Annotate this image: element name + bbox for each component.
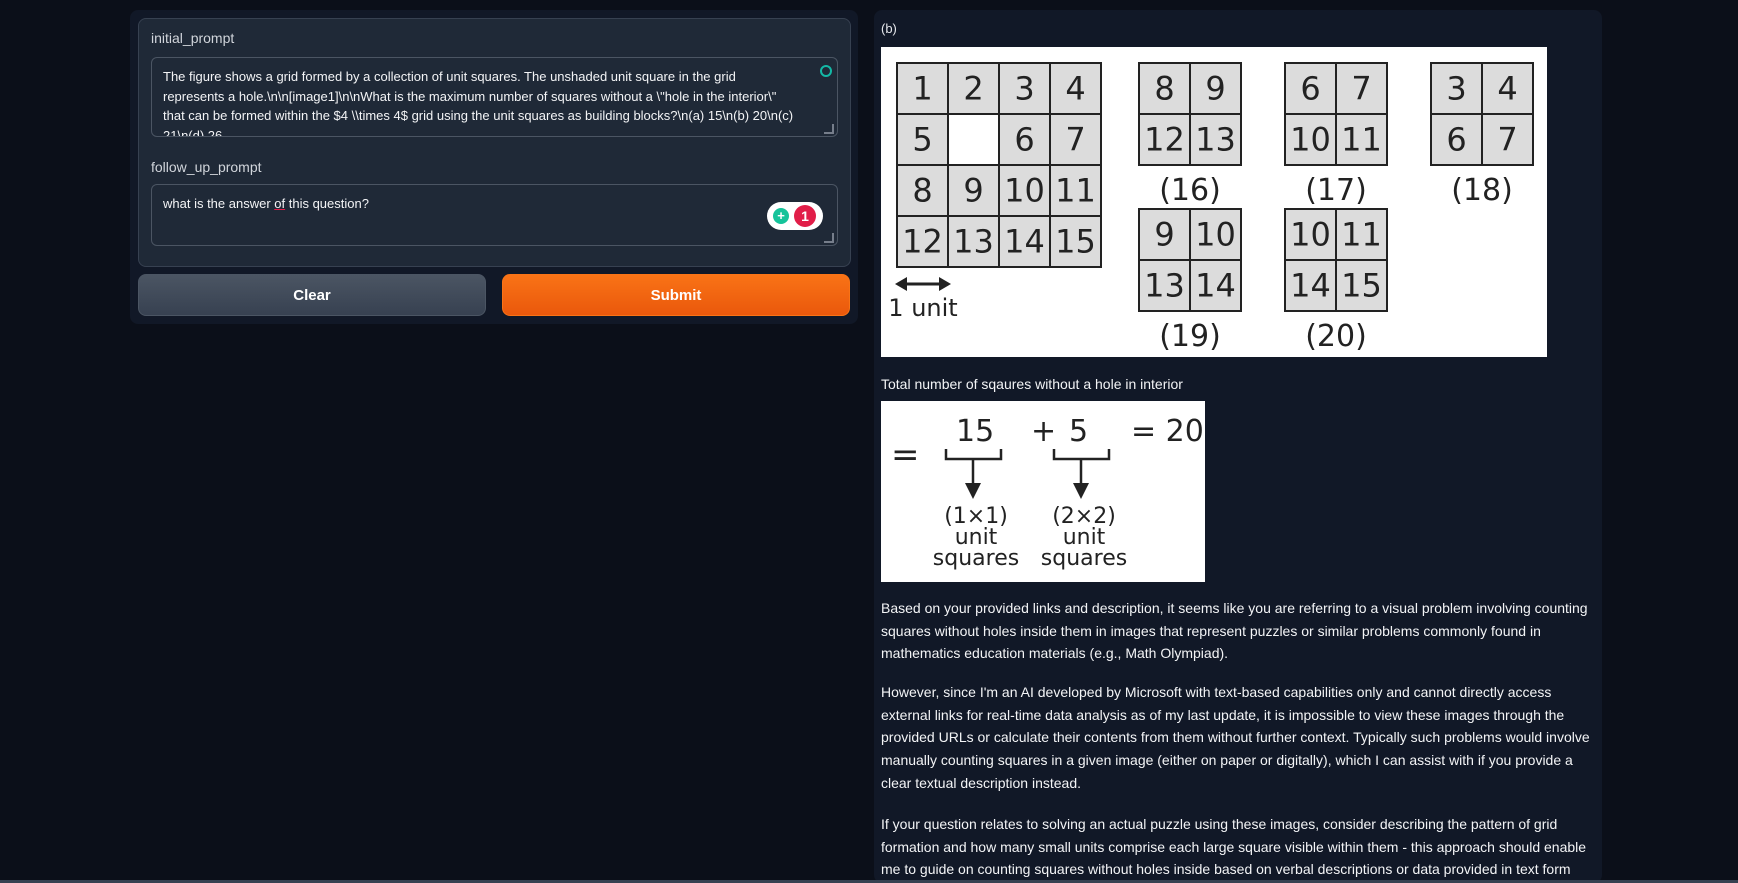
response-paragraph: However, since I'm an AI developed by Mi… xyxy=(881,684,1590,791)
subgrid-number: 8 xyxy=(1154,70,1174,108)
subgrid-number: 14 xyxy=(1290,267,1331,305)
total-caption: Total number of sqaures without a hole i… xyxy=(881,376,1183,392)
subgrid-caption: (16) xyxy=(1159,173,1221,208)
grid-number: 14 xyxy=(1004,223,1045,261)
subgrid-number: 6 xyxy=(1446,121,1466,159)
subgrid-number: 10 xyxy=(1290,216,1331,254)
subgrid-number: 9 xyxy=(1154,216,1174,254)
figure-grid-svg: 1 2 3 45 6 78 9 10 1112 13 14 151 unit8 912 13(16)6 71… xyxy=(888,62,1534,354)
clear-button[interactable]: Clear xyxy=(138,274,486,316)
figure-grid-image: 1 2 3 4 5 6 7 8 9 10 11 12 13 14 15 1 unit 8 9 12 13 (16) 6 7 1… xyxy=(881,47,1547,357)
grid-number: 13 xyxy=(953,223,994,261)
initial-prompt-text: The figure shows a grid formed by a coll… xyxy=(163,69,794,137)
grid-number: 6 xyxy=(1014,121,1034,159)
subgrid-caption: (19) xyxy=(1159,319,1221,354)
eq-result: = 20 xyxy=(1131,414,1204,449)
grammarly-issue-count: 1 xyxy=(794,205,816,227)
grid-number: 9 xyxy=(963,172,983,210)
subgrid-number: 15 xyxy=(1341,267,1382,305)
grid-number: 7 xyxy=(1065,121,1085,159)
subgrid-number: 6 xyxy=(1300,70,1320,108)
resize-handle-icon[interactable] xyxy=(824,233,834,243)
subgrid-number: 13 xyxy=(1195,121,1236,159)
grid-number: 8 xyxy=(912,172,932,210)
figure-equation-svg: = 15 + 5 = 20 (1×1) unit squares (2×2) u… xyxy=(891,414,1204,571)
grid-number: 3 xyxy=(1014,70,1034,108)
follow-up-text-flagged[interactable]: of xyxy=(274,196,285,211)
output-label: (b) xyxy=(881,21,897,36)
grid-number: 5 xyxy=(912,121,932,159)
follow-up-prompt-label: follow_up_prompt xyxy=(151,159,262,175)
a-line3: squares xyxy=(933,546,1019,571)
subgrid-number: 12 xyxy=(1144,121,1185,159)
follow-up-prompt-textarea[interactable]: what is the answer of this question? + 1 xyxy=(151,184,838,246)
arrow-b-icon xyxy=(1073,483,1089,499)
figure-equation-image: = 15 + 5 = 20 (1×1) unit squares (2×2) u… xyxy=(881,401,1205,582)
resize-handle-icon[interactable] xyxy=(824,124,834,134)
grid-hole xyxy=(947,113,1000,166)
follow-up-text-pre: what is the answer xyxy=(163,196,275,211)
follow-up-text-post: this question? xyxy=(285,196,369,211)
unit-arrowhead-icon xyxy=(895,277,907,291)
subgrid-number: 4 xyxy=(1497,70,1517,108)
subgrid-number: 13 xyxy=(1144,267,1185,305)
subgrid-number: 7 xyxy=(1497,121,1517,159)
brace-a xyxy=(944,449,1003,486)
eq-sign: = xyxy=(891,435,920,475)
submit-button[interactable]: Submit xyxy=(502,274,850,316)
subgrid-number: 10 xyxy=(1195,216,1236,254)
subgrid-number: 10 xyxy=(1290,121,1331,159)
grid-number: 15 xyxy=(1055,223,1096,261)
grid-number: 10 xyxy=(1004,172,1045,210)
initial-prompt-textarea[interactable]: The figure shows a grid formed by a coll… xyxy=(151,57,838,137)
grammarly-widget[interactable]: + 1 xyxy=(767,202,823,230)
subgrid-number: 14 xyxy=(1195,267,1236,305)
subgrid-number: 11 xyxy=(1341,216,1382,254)
initial-prompt-label: initial_prompt xyxy=(151,30,235,46)
eq-b: 5 xyxy=(1069,414,1088,449)
grid-number: 11 xyxy=(1055,172,1096,210)
brace-b xyxy=(1052,449,1111,486)
subgrid-caption: (20) xyxy=(1305,319,1367,354)
subgrid-number: 3 xyxy=(1446,70,1466,108)
response-paragraph: Based on your provided links and descrip… xyxy=(881,600,1588,662)
eq-plus: + xyxy=(1031,414,1056,449)
arrow-a-icon xyxy=(965,483,981,499)
grid-number: 1 xyxy=(912,70,932,108)
response-paragraph: If your question relates to solving an a… xyxy=(881,816,1587,878)
eq-a: 15 xyxy=(956,414,994,449)
grammarly-status-icon[interactable] xyxy=(820,65,832,77)
grid-number: 2 xyxy=(963,70,983,108)
input-panel: initial_prompt The figure shows a grid f… xyxy=(130,10,858,324)
unit-label: 1 unit xyxy=(888,294,957,322)
grid-number: 12 xyxy=(902,223,943,261)
output-panel: (b) 1 2 3 4 5 6 7 8 9 10 11 12 13 14 15 1 unit 8 9 12 13 (16… xyxy=(874,10,1602,883)
subgrid-number: 9 xyxy=(1205,70,1225,108)
subgrid-number: 11 xyxy=(1341,121,1382,159)
unit-arrowhead-icon xyxy=(939,277,951,291)
subgrid-caption: (17) xyxy=(1305,173,1367,208)
initial-prompt-block: initial_prompt The figure shows a grid f… xyxy=(138,18,851,150)
grammarly-logo-icon: + xyxy=(773,208,789,224)
grid-number: 4 xyxy=(1065,70,1085,108)
subgrid-caption: (18) xyxy=(1451,173,1513,208)
b-line3: squares xyxy=(1041,546,1127,571)
follow-up-prompt-block: follow_up_prompt what is the answer of t… xyxy=(138,148,851,267)
subgrid-number: 7 xyxy=(1351,70,1371,108)
